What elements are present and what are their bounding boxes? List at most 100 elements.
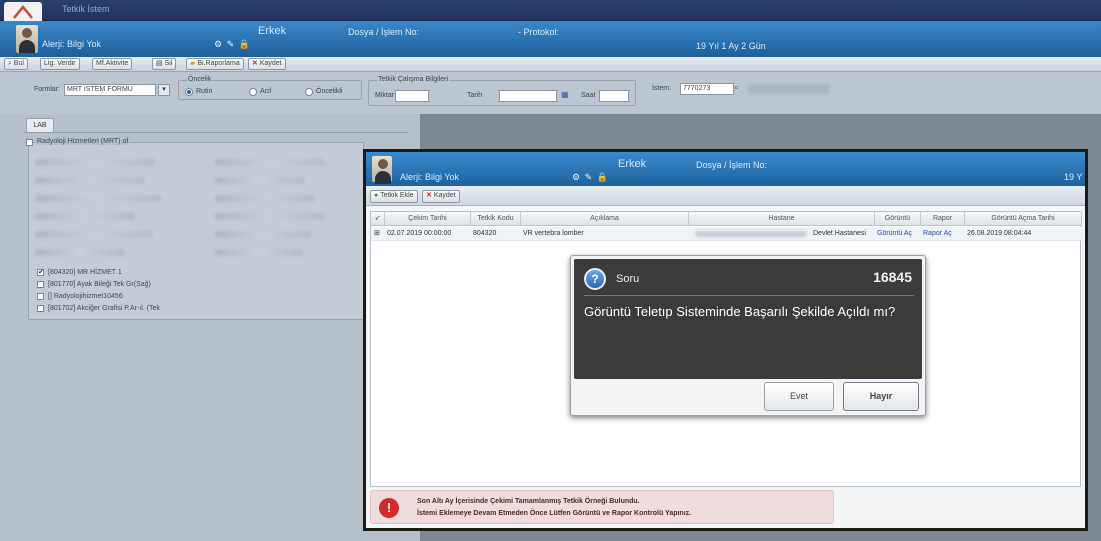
col-date[interactable]: Çekim Tarihi <box>385 212 471 226</box>
form-dropdown-chevron-icon[interactable]: ▾ <box>158 84 170 96</box>
blurred-row <box>215 159 325 166</box>
find-button[interactable]: ⌕ Bul <box>4 58 28 70</box>
warning-line-2: İstemi Eklemeye Devam Etmeden Önce Lütfe… <box>417 510 692 517</box>
group-checkbox[interactable] <box>26 139 33 146</box>
proc-title: Tetkik Çalışma Bilgileri <box>377 76 450 83</box>
close-x-icon: ✕ <box>426 192 432 199</box>
search-icon: ⌕ <box>8 60 12 67</box>
search-icon[interactable]: ⌕ <box>734 82 746 94</box>
blurred-row <box>35 231 153 238</box>
main-toolbar: ⌕ Bul Lig. Verdir Mf.Aktivite ▤ Sil ▰ Bi… <box>0 57 1101 72</box>
column-options-icon[interactable]: ➶ <box>371 212 385 226</box>
proc-fieldset: Tetkik Çalışma Bilgileri Miktar Tarih ▦ … <box>368 76 636 106</box>
istem-input[interactable]: 7770273 <box>680 83 734 95</box>
table-cell-hospital[interactable]: Devlet Hastanesi <box>689 227 875 241</box>
no-button[interactable]: Hayır <box>843 382 919 411</box>
item-label-4: [801702] Akciğer Grafisi P.Ar-ıl. (Tek <box>48 305 160 312</box>
modal-patient-bar: Alerji: Bilgi Yok ⚙ ✎ 🔒 Erkek Dosya / İş… <box>366 152 1085 186</box>
modal-avatar <box>372 156 392 184</box>
title-bar: Tetkik İstem <box>0 0 1101 21</box>
col-desc[interactable]: Açıklama <box>521 212 689 226</box>
col-hospital[interactable]: Hastane <box>689 212 875 226</box>
blurred-row <box>215 195 315 202</box>
blurred-row <box>215 249 303 256</box>
table-cell-code[interactable]: 804320 <box>471 227 521 241</box>
warning-icon: ! <box>379 498 399 518</box>
patient-gender: Erkek <box>258 25 287 37</box>
dialog-body: ? Soru 16845 Görüntü Teletıp Sisteminde … <box>574 259 922 379</box>
saat-input[interactable] <box>599 90 629 102</box>
patient-avatar <box>16 25 38 53</box>
save-button[interactable]: ✕ Kaydet <box>248 58 286 70</box>
item-label-1: [804320] MR HİZMET 1 <box>48 269 122 276</box>
folder-icon: ▰ <box>190 60 196 67</box>
file-label: Dosya / İşlem No: <box>348 27 420 37</box>
miktar-input[interactable] <box>395 90 429 102</box>
question-icon: ? <box>584 268 606 290</box>
priority-rutin-label: Rutin <box>196 88 213 95</box>
item-label-2: [801770] Ayak Bileği Tek Gr(Sağ) <box>48 281 151 288</box>
left-panel: LAB Radyoloji Hizmetleri (MRT) of ✔ [804… <box>0 114 420 541</box>
copy-icon: ▤ <box>156 60 163 67</box>
modal-save-button[interactable]: ✕ Kaydet <box>422 190 460 203</box>
modal-toolbar: ● Tetkik Ekle ✕ Kaydet <box>366 186 1085 206</box>
yes-button[interactable]: Evet <box>764 382 834 411</box>
tarih-label: Tarih <box>467 92 483 99</box>
lig-button[interactable]: Lig. Verdir <box>40 58 80 70</box>
form-select[interactable]: MRT İSTEM FORMU <box>64 84 156 96</box>
item-checkbox-2[interactable] <box>37 281 44 288</box>
app-logo[interactable] <box>4 2 42 21</box>
blurred-row <box>35 249 125 256</box>
priority-title: Öncelik <box>187 76 213 83</box>
dialog-code: 16845 <box>873 269 912 285</box>
add-circle-icon: ● <box>374 192 379 199</box>
tarih-input[interactable] <box>499 90 557 102</box>
open-image-link[interactable]: Görüntü Aç <box>875 227 921 241</box>
modal-gender: Erkek <box>618 158 647 170</box>
col-code[interactable]: Tetkik Kodu <box>471 212 521 226</box>
blurred-row <box>215 231 311 238</box>
patient-status-icons[interactable]: ⚙ ✎ 🔒 <box>214 39 251 50</box>
patient-bar: Alerji: Bilgi Yok ⚙ ✎ 🔒 Erkek Dosya / İş… <box>0 21 1101 57</box>
row-expand-icon[interactable]: ⊞ <box>371 227 385 241</box>
col-view[interactable]: Görüntü <box>875 212 921 226</box>
question-dialog: ? Soru 16845 Görüntü Teletıp Sisteminde … <box>570 255 926 416</box>
col-report[interactable]: Rapor <box>921 212 965 226</box>
item-checkbox-1[interactable]: ✔ <box>37 269 44 276</box>
table-cell-date[interactable]: 02.07.2019 00:00:00 <box>385 227 471 241</box>
blurred-row <box>215 177 305 184</box>
modal-age: 19 Y <box>1064 172 1083 182</box>
report-button[interactable]: ▰ Bi.Raporlama <box>186 58 244 70</box>
form-label: Formlar: <box>34 86 61 93</box>
modal-file-label: Dosya / İşlem No: <box>696 160 768 170</box>
blurred-row <box>35 159 155 166</box>
activity-button[interactable]: Mf.Aktivite <box>92 58 133 70</box>
open-report-link[interactable]: Rapor Aç <box>921 227 965 241</box>
priority-oncelikli-label: Öncelikli <box>316 88 343 95</box>
priority-acil-radio[interactable] <box>249 88 257 96</box>
table-cell-desc[interactable]: VR vertebra lomber <box>521 227 689 241</box>
protocol-label: - Protokol: <box>518 27 560 37</box>
table-cell-opened[interactable]: 26.08.2019 08:04:44 <box>965 227 1082 241</box>
delete-button[interactable]: ▤ Sil <box>152 58 177 70</box>
priority-acil-label: Acil <box>260 88 272 95</box>
item-checkbox-3[interactable] <box>37 293 44 300</box>
priority-fieldset: Öncelik Rutin Acil Öncelikli <box>178 76 362 100</box>
calendar-icon[interactable]: ▦ <box>561 90 571 102</box>
dialog-message: Görüntü Teletıp Sisteminde Başarılı Şeki… <box>584 304 896 319</box>
add-exam-button[interactable]: ● Tetkik Ekle <box>370 190 418 203</box>
priority-rutin-radio[interactable] <box>185 88 193 96</box>
filter-bar: Formlar: MRT İSTEM FORMU ▾ Öncelik Rutin… <box>0 72 1101 114</box>
patient-allergy: Alerji: Bilgi Yok <box>42 39 102 49</box>
radiology-group: Radyoloji Hizmetleri (MRT) of ✔ [804320]… <box>26 138 364 320</box>
dialog-title: Soru <box>616 273 640 285</box>
home-logo-icon <box>13 5 33 19</box>
modal-status-icons[interactable]: ⚙ ✎ 🔒 <box>572 172 609 183</box>
priority-oncelikli-radio[interactable] <box>305 88 313 96</box>
item-checkbox-4[interactable] <box>37 305 44 312</box>
group-title: Radyoloji Hizmetleri (MRT) of <box>36 138 130 145</box>
patient-age: 19 Yıl 1 Ay 2 Gün <box>696 41 766 51</box>
item-label-3: [] Radyolojihizmet10456 <box>48 293 123 300</box>
col-opened[interactable]: Görüntü Açma Tarihi <box>965 212 1082 226</box>
tab-lab[interactable]: LAB <box>26 118 54 132</box>
